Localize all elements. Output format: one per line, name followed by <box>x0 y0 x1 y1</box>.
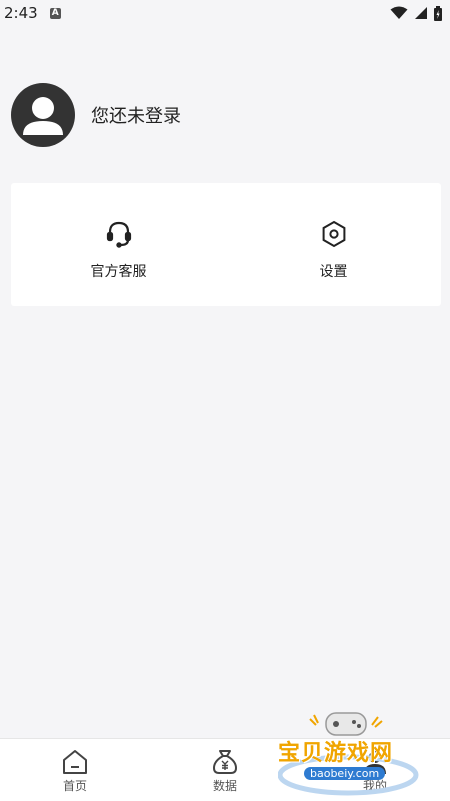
status-bar: 2:43 A <box>0 0 450 26</box>
tab-label: 首页 <box>62 779 87 793</box>
watermark-url: baobeiy.com <box>304 767 386 780</box>
headset-icon <box>106 221 131 248</box>
battery-icon <box>434 5 442 21</box>
home-icon <box>63 750 87 774</box>
menu-item-label: 官方客服 <box>90 264 147 280</box>
wifi-icon <box>390 6 408 19</box>
money-bag-icon <box>213 750 237 774</box>
status-left: 2:43 A <box>4 4 61 22</box>
tab-label: 数据 <box>212 779 237 793</box>
signal-icon <box>415 7 427 19</box>
settings-hexagon-icon <box>322 220 345 248</box>
menu-item-customer-service[interactable]: 官方客服 <box>11 183 226 306</box>
login-prompt[interactable]: 您还未登录 <box>91 102 181 128</box>
user-avatar-icon[interactable] <box>11 83 75 147</box>
menu-card: 官方客服 设置 <box>11 183 441 306</box>
a-badge-icon: A <box>49 7 61 19</box>
status-icons <box>390 5 442 21</box>
status-time: 2:43 <box>4 4 38 22</box>
tab-home[interactable]: 首页 <box>0 739 150 801</box>
menu-item-label: 设置 <box>319 264 348 280</box>
watermark-text: 宝贝游戏网 <box>278 741 394 766</box>
menu-item-settings[interactable]: 设置 <box>226 183 441 306</box>
profile-header[interactable]: 您还未登录 <box>11 83 181 147</box>
watermark: 宝贝游戏网 baobeiy.com <box>278 705 438 800</box>
